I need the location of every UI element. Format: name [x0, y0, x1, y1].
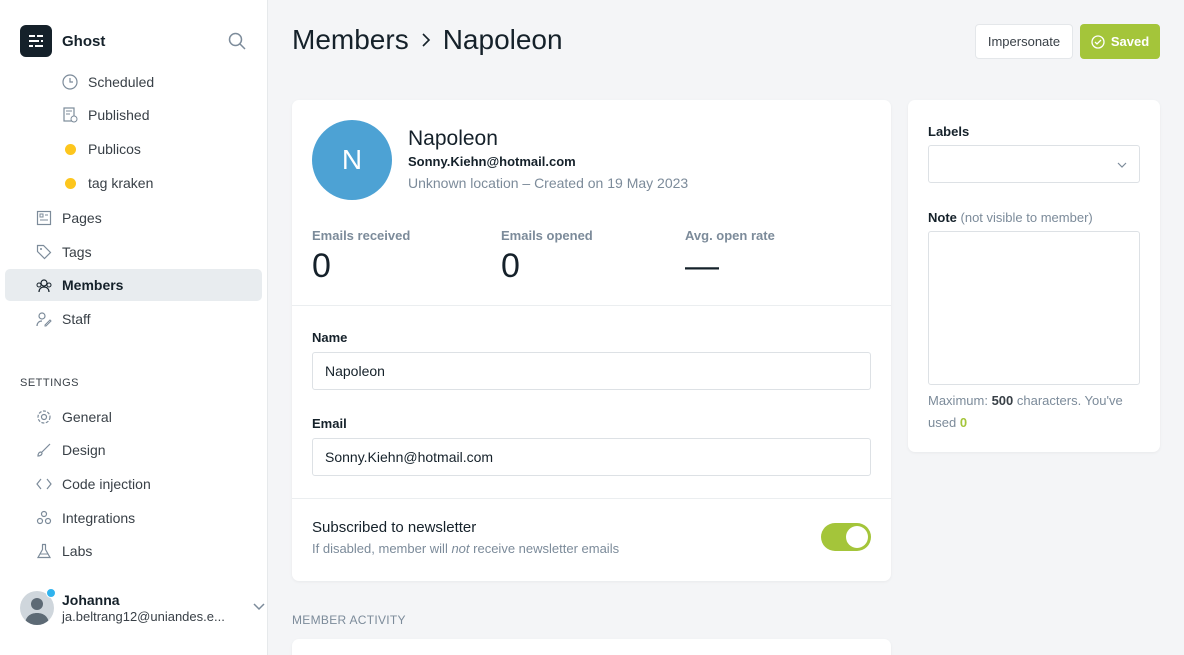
sidebar-item-scheduled[interactable]: Scheduled [5, 66, 262, 98]
breadcrumb-members-link[interactable]: Members [292, 24, 409, 56]
newsletter-toggle[interactable] [821, 523, 871, 551]
sidebar: Ghost Scheduled Published Publicos tag k… [0, 0, 268, 655]
sidebar-item-label: General [62, 409, 112, 425]
sidebar-item-label: Publicos [88, 141, 141, 157]
sidebar-item-general[interactable]: General [5, 401, 262, 433]
members-icon [35, 276, 53, 294]
labels-note-card: Labels Note (not visible to member) Maxi… [908, 100, 1160, 452]
sidebar-item-label: Code injection [62, 476, 151, 492]
sidebar-item-label: Members [62, 277, 124, 293]
sidebar-item-labs[interactable]: Labs [5, 535, 262, 567]
sidebar-item-label: Staff [62, 311, 91, 327]
gear-icon [35, 408, 53, 426]
sidebar-item-label: Tags [62, 244, 92, 260]
newsletter-title: Subscribed to newsletter [312, 519, 477, 536]
yellow-dot-icon [61, 140, 79, 158]
brand[interactable]: Ghost [20, 25, 105, 57]
tag-icon [35, 243, 53, 261]
online-status-dot [46, 588, 56, 598]
sidebar-item-staff[interactable]: Staff [5, 303, 262, 335]
breadcrumb: Members Napoleon [292, 24, 563, 56]
sidebar-item-label: Design [62, 442, 106, 458]
member-activity-title: MEMBER ACTIVITY [292, 613, 406, 627]
sidebar-item-members[interactable]: Members [5, 269, 262, 301]
labels-select[interactable] [928, 145, 1140, 183]
sidebar-item-published[interactable]: Published [5, 99, 262, 131]
sidebar-item-tags[interactable]: Tags [5, 236, 262, 268]
note-textarea[interactable] [928, 231, 1140, 385]
yellow-dot-icon [61, 174, 79, 192]
name-field[interactable] [312, 352, 871, 390]
brush-icon [35, 441, 53, 459]
toggle-knob [846, 526, 868, 548]
published-icon [61, 106, 79, 124]
saved-button-label: Saved [1110, 34, 1150, 49]
member-meta: Unknown location – Created on 19 May 202… [408, 175, 689, 191]
integrations-icon [35, 509, 53, 527]
sidebar-item-label: tag kraken [88, 175, 154, 191]
stat-label: Emails received [312, 228, 411, 243]
stat-emails-opened: Emails opened 0 [501, 228, 593, 286]
email-field[interactable] [312, 438, 871, 476]
sidebar-item-label: Published [88, 107, 150, 123]
stat-value: 0 [501, 247, 520, 285]
sidebar-item-label: Integrations [62, 510, 136, 526]
stat-label: Emails opened [501, 228, 593, 243]
sidebar-item-code-injection[interactable]: Code injection [5, 468, 262, 500]
stat-value: 0 [312, 247, 331, 285]
newsletter-description: If disabled, member will not receive new… [312, 541, 620, 556]
page-title: Napoleon [442, 24, 563, 55]
sidebar-item-publicos[interactable]: Publicos [5, 133, 262, 165]
divider [292, 305, 891, 306]
sidebar-item-pages[interactable]: Pages [5, 202, 262, 234]
search-icon[interactable] [228, 32, 246, 50]
note-character-count: Maximum: 500 characters. You've used 0 [928, 393, 1123, 430]
flask-icon [35, 542, 53, 560]
sidebar-item-label: Scheduled [88, 74, 155, 90]
check-circle-icon [1091, 34, 1105, 49]
staff-icon [35, 310, 53, 328]
user-name: Johanna [62, 592, 120, 608]
clock-icon [61, 73, 79, 91]
sidebar-item-tag-kraken[interactable]: tag kraken [5, 167, 262, 199]
member-activity-card [292, 639, 891, 655]
stat-label: Avg. open rate [685, 228, 775, 243]
code-icon [35, 475, 53, 493]
name-label: Name [312, 330, 348, 345]
labels-label: Labels [928, 124, 970, 139]
chevron-right-icon [419, 31, 433, 49]
pages-icon [35, 209, 53, 227]
stat-emails-received: Emails received 0 [312, 228, 410, 286]
sidebar-item-integrations[interactable]: Integrations [5, 502, 262, 534]
settings-section-title: SETTINGS [20, 377, 80, 389]
ghost-logo-icon [20, 25, 52, 57]
chevron-down-icon [1115, 158, 1129, 177]
member-details-card: N Napoleon Sonny.Kiehn@hotmail.com Unkno… [292, 100, 891, 581]
divider [292, 498, 891, 499]
stat-avg-open-rate: Avg. open rate — [685, 228, 775, 286]
brand-name: Ghost [62, 32, 106, 50]
member-avatar: N [312, 120, 392, 200]
email-label: Email [312, 416, 347, 431]
user-email: ja.beltrang12@uniandes.e... [62, 609, 225, 624]
saved-button[interactable]: Saved [1080, 24, 1160, 59]
member-email: Sonny.Kiehn@hotmail.com [408, 154, 576, 169]
sidebar-item-label: Pages [62, 210, 102, 226]
stat-value: — [685, 247, 719, 285]
impersonate-button[interactable]: Impersonate [975, 24, 1073, 59]
chevron-down-icon [252, 599, 266, 618]
sidebar-item-label: Labs [62, 543, 93, 559]
member-name: Napoleon [408, 127, 498, 150]
sidebar-item-design[interactable]: Design [5, 434, 262, 466]
note-label: Note (not visible to member) [928, 210, 1093, 225]
